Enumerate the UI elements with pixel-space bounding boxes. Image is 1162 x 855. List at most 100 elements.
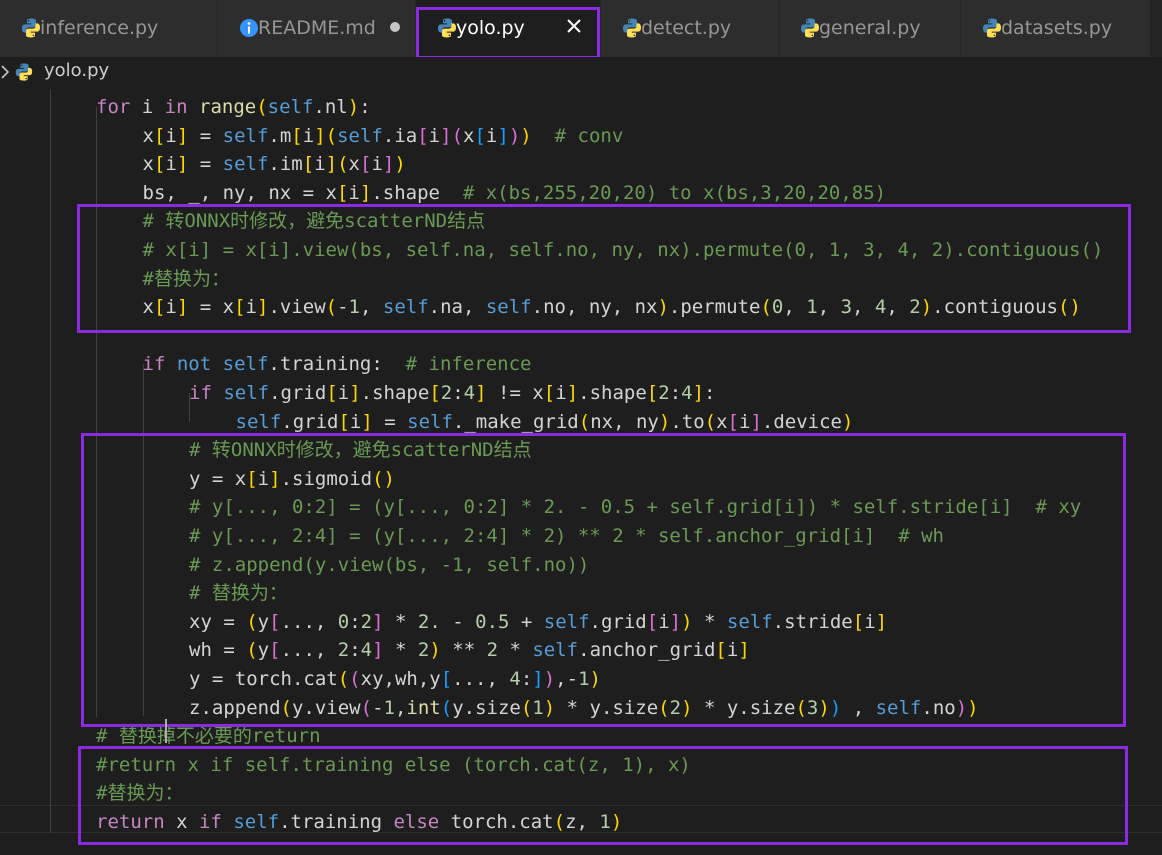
code-editor[interactable]: for i in range(self.nl): x[i] = self.m[i]… bbox=[0, 89, 1162, 855]
code-token: ( bbox=[325, 296, 338, 319]
code-line[interactable]: # y[..., 0:2] = (y[..., 0:2] * 2. - 0.5 … bbox=[189, 493, 1081, 522]
code-line[interactable]: # 转ONNX时修改，避免scatterND结点 bbox=[143, 207, 486, 236]
code-line[interactable]: # x[i] = x[i].view(bs, self.na, self.no,… bbox=[143, 236, 1104, 265]
code-token: self bbox=[223, 382, 270, 404]
code-line[interactable]: #return x if self.training else (torch.c… bbox=[96, 751, 691, 780]
python-icon bbox=[983, 18, 1001, 38]
code-token: ( bbox=[349, 668, 361, 690]
code-token: ( bbox=[246, 639, 258, 662]
code-token: , bbox=[841, 696, 876, 719]
code-token: [ bbox=[646, 610, 659, 633]
code-line[interactable]: bs, _, ny, nx = x[i].shape # x(bs,255,20… bbox=[143, 179, 887, 208]
code-token: , bbox=[817, 296, 841, 319]
tab-datasets-py[interactable]: datasets.py bbox=[961, 0, 1151, 57]
code-token: ) bbox=[657, 296, 669, 319]
code-token: ( bbox=[520, 696, 533, 719]
tab-inference-py[interactable]: inference.py bbox=[0, 0, 218, 57]
code-token: y.size bbox=[452, 696, 521, 719]
code-line[interactable]: y = x[i].sigmoid() bbox=[189, 465, 395, 494]
code-line[interactable]: x[i] = self.im[i](x[i]) bbox=[143, 150, 406, 179]
code-token: .stride bbox=[772, 610, 853, 633]
code-token: 2 bbox=[337, 639, 350, 662]
code-token: .to bbox=[670, 410, 705, 433]
code-token: ) bbox=[920, 296, 933, 319]
code-line[interactable]: z.append(y.view(-1,int(y.size(1) * y.siz… bbox=[189, 694, 979, 723]
code-token: [ bbox=[852, 610, 865, 633]
code-token: .training: bbox=[268, 353, 406, 376]
code-token: i bbox=[337, 382, 350, 404]
code-token: #return x if self.training else (torch.c… bbox=[96, 753, 691, 776]
code-token: else bbox=[393, 811, 440, 833]
tab-yolo-py[interactable]: yolo.py bbox=[416, 0, 601, 57]
code-line[interactable]: # y[..., 2:4] = (y[..., 2:4] * 2) ** 2 *… bbox=[189, 522, 944, 551]
code-token: ] bbox=[532, 668, 544, 690]
code-token: - bbox=[440, 610, 476, 633]
python-icon bbox=[15, 63, 33, 81]
tab-general-py[interactable]: general.py bbox=[779, 0, 961, 57]
code-token: 2 bbox=[417, 639, 430, 662]
code-token: .im bbox=[268, 153, 303, 176]
code-token: y.view bbox=[291, 696, 361, 719]
code-token: ] bbox=[361, 410, 373, 433]
code-token: ) bbox=[394, 153, 406, 176]
code-token: .no, ny, nx bbox=[531, 296, 658, 319]
code-line[interactable]: # 替换掉不必要的return bbox=[96, 722, 321, 751]
code-token: = bbox=[188, 124, 223, 147]
code-token: .sigmoid bbox=[280, 467, 373, 490]
code-token: 0 bbox=[771, 296, 784, 319]
code-token: ..., bbox=[280, 610, 338, 633]
code-token: ( bbox=[658, 696, 670, 719]
code-token: [ bbox=[291, 124, 303, 147]
tab-readme-md[interactable]: README.md bbox=[218, 0, 416, 57]
breadcrumb[interactable]: yolo.py bbox=[0, 57, 1162, 89]
code-token: [ bbox=[440, 668, 453, 690]
code-token: * bbox=[498, 639, 533, 662]
breadcrumb-file[interactable]: yolo.py bbox=[44, 60, 109, 81]
code-line[interactable]: x[i] = self.m[i](self.ia[i](x[i])) # con… bbox=[143, 122, 624, 151]
code-token: self bbox=[222, 124, 269, 147]
code-line[interactable]: # 替换为： bbox=[189, 579, 288, 608]
close-icon[interactable] bbox=[563, 15, 585, 37]
code-token: x bbox=[716, 410, 728, 433]
code-line[interactable]: x[i] = x[i].view(-1, self.na, self.no, n… bbox=[143, 293, 1081, 322]
code-line[interactable]: y = torch.cat((xy,wh,y[..., 4:]),-1) bbox=[189, 665, 601, 694]
code-line[interactable]: xy = (y[..., 0:2] * 2. - 0.5 + self.grid… bbox=[189, 608, 887, 637]
code-token: ) bbox=[520, 124, 532, 147]
code-line[interactable]: return x if self.training else torch.cat… bbox=[96, 808, 622, 837]
code-token: .shape bbox=[360, 382, 430, 404]
code-token: .training bbox=[279, 811, 394, 833]
code-token: return bbox=[96, 811, 165, 833]
code-line[interactable]: if self.grid[i].shape[2:4] != x[i].shape… bbox=[189, 379, 716, 408]
code-token: != x bbox=[486, 382, 544, 404]
code-line[interactable]: self.grid[i] = self._make_grid(nx, ny).t… bbox=[236, 408, 854, 437]
code-token: y bbox=[257, 639, 270, 662]
python-icon bbox=[22, 18, 40, 38]
code-token: self bbox=[485, 296, 532, 319]
code-token: * bbox=[383, 610, 418, 633]
code-token: i bbox=[245, 296, 257, 319]
code-line[interactable]: for i in range(self.nl): bbox=[96, 93, 371, 122]
tab-detect-py[interactable]: detect.py bbox=[601, 0, 779, 57]
code-token: ._make_grid bbox=[452, 410, 579, 433]
code-token: * y.size bbox=[555, 696, 659, 719]
code-token: z.append bbox=[189, 696, 281, 719]
code-token: 1 bbox=[383, 696, 395, 719]
code-token: .view bbox=[268, 296, 326, 319]
code-line[interactable]: if not self.training: # inference bbox=[143, 350, 532, 379]
code-token: 0.5 bbox=[475, 610, 510, 633]
indent-guide bbox=[143, 364, 144, 716]
unsaved-dot-icon[interactable] bbox=[390, 22, 400, 32]
code-token: # x(bs,255,20,20) to x(bs,3,20,20,85) bbox=[462, 181, 887, 204]
code-token: 2 bbox=[360, 610, 373, 633]
code-token: ] bbox=[325, 153, 338, 176]
code-token: .device bbox=[761, 410, 842, 433]
code-line[interactable]: wh = (y[..., 2:4] * 2) ** 2 * self.ancho… bbox=[189, 636, 750, 665]
code-token: ] bbox=[269, 467, 281, 490]
code-line[interactable]: # z.append(y.view(bs, -1, self.no)) bbox=[189, 551, 589, 580]
code-line[interactable]: #替换为： bbox=[96, 779, 183, 808]
code-line[interactable]: #替换为： bbox=[143, 265, 230, 294]
code-token: [ bbox=[336, 181, 349, 204]
code-token: ) bbox=[658, 410, 671, 433]
code-token: ] bbox=[176, 153, 189, 176]
code-line[interactable]: # 转ONNX时修改，避免scatterND结点 bbox=[189, 436, 532, 465]
